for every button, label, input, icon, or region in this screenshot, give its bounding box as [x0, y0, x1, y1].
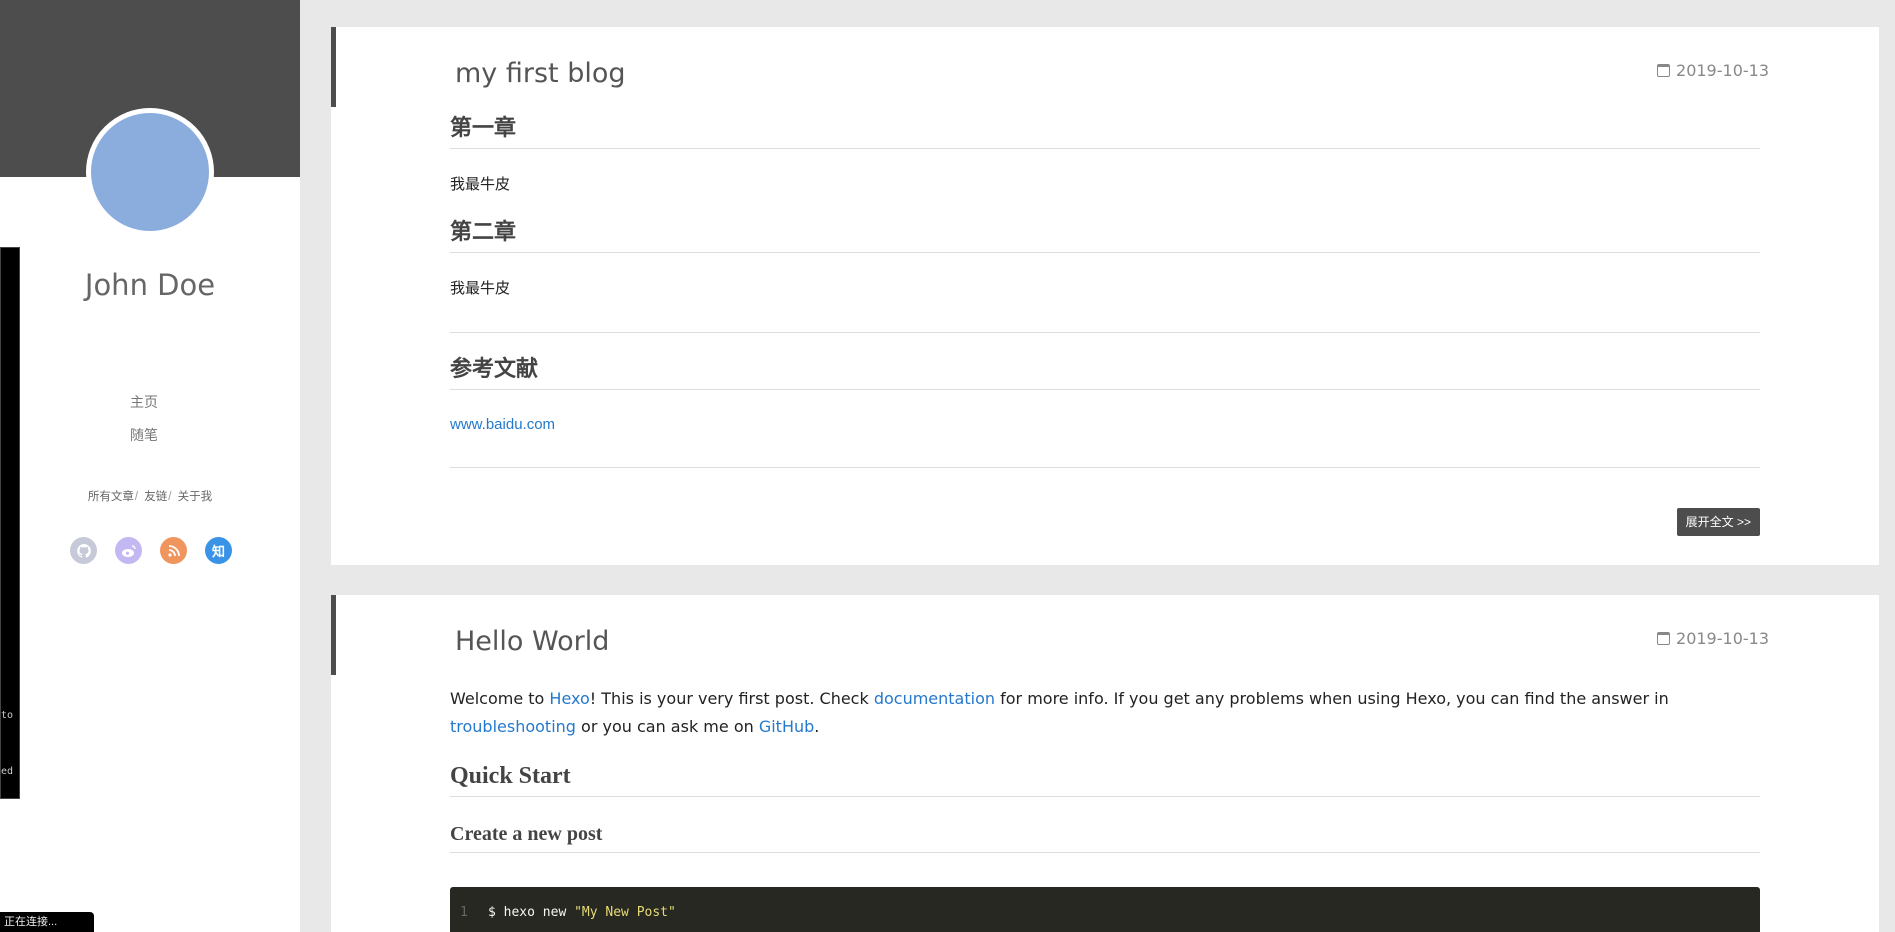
sidebar-sublinks: 所有文章/ 友链/ 关于我 [87, 491, 213, 503]
social-links: 知 [70, 537, 232, 564]
paragraph: 我最牛皮 [450, 280, 511, 297]
post-content: 第一章 我最牛皮 第二章 我最牛皮 参考文献 www.baidu.com [450, 110, 1760, 468]
avatar[interactable] [86, 108, 214, 236]
sidebar: John Doe 主页 随笔 所有文章/ 友链/ 关于我 知 [0, 0, 300, 932]
code-block: 1 $ hexo new "My New Post" [450, 887, 1760, 932]
calendar-icon [1657, 64, 1671, 77]
weibo-icon[interactable] [115, 537, 142, 564]
post-date: 2019-10-13 [1657, 61, 1769, 80]
link-all-posts[interactable]: 所有文章 [88, 491, 134, 503]
github-link[interactable]: GitHub [759, 717, 814, 736]
zhihu-icon[interactable]: 知 [205, 537, 232, 564]
post-content: Welcome to Hexo! This is your very first… [450, 685, 1760, 853]
post-date: 2019-10-13 [1657, 629, 1769, 648]
post-card: my first blog 2019-10-13 第一章 我最牛皮 第二章 我最… [331, 27, 1879, 565]
post-title[interactable]: Hello World [455, 626, 609, 657]
documentation-link[interactable]: documentation [874, 689, 995, 708]
heading-create-post: Create a new post [450, 823, 1760, 853]
post-card: Hello World 2019-10-13 Welcome to Hexo! … [331, 595, 1879, 932]
heading-references: 参考文献 [450, 351, 1760, 390]
terminal-window-edge: to ed [0, 247, 20, 799]
divider [450, 467, 1760, 468]
heading-chapter-1: 第一章 [450, 110, 1760, 149]
troubleshooting-link[interactable]: troubleshooting [450, 717, 576, 736]
code-line: $ hexo new "My New Post" [488, 905, 676, 920]
paragraph: 我最牛皮 [450, 176, 511, 193]
github-icon[interactable] [70, 537, 97, 564]
divider [450, 332, 1760, 333]
intro-paragraph: Welcome to Hexo! This is your very first… [450, 689, 1669, 736]
sidebar-nav: 主页 随笔 [0, 386, 288, 452]
rss-icon[interactable] [160, 537, 187, 564]
link-friends[interactable]: 友链 [144, 491, 167, 503]
heading-quick-start: Quick Start [450, 763, 1760, 797]
calendar-icon [1657, 632, 1671, 645]
read-more-button[interactable]: 展开全文 >> [1676, 508, 1760, 536]
link-about[interactable]: 关于我 [178, 491, 213, 503]
hexo-link[interactable]: Hexo [549, 689, 589, 708]
line-number: 1 [460, 905, 468, 920]
status-bar: 正在连接... [0, 912, 94, 932]
heading-chapter-2: 第二章 [450, 214, 1760, 253]
nav-item-home[interactable]: 主页 [0, 386, 288, 419]
reference-link[interactable]: www.baidu.com [450, 416, 555, 433]
nav-item-essays[interactable]: 随笔 [0, 419, 288, 452]
author-name[interactable]: John Doe [0, 268, 300, 302]
post-title[interactable]: my first blog [455, 58, 626, 89]
